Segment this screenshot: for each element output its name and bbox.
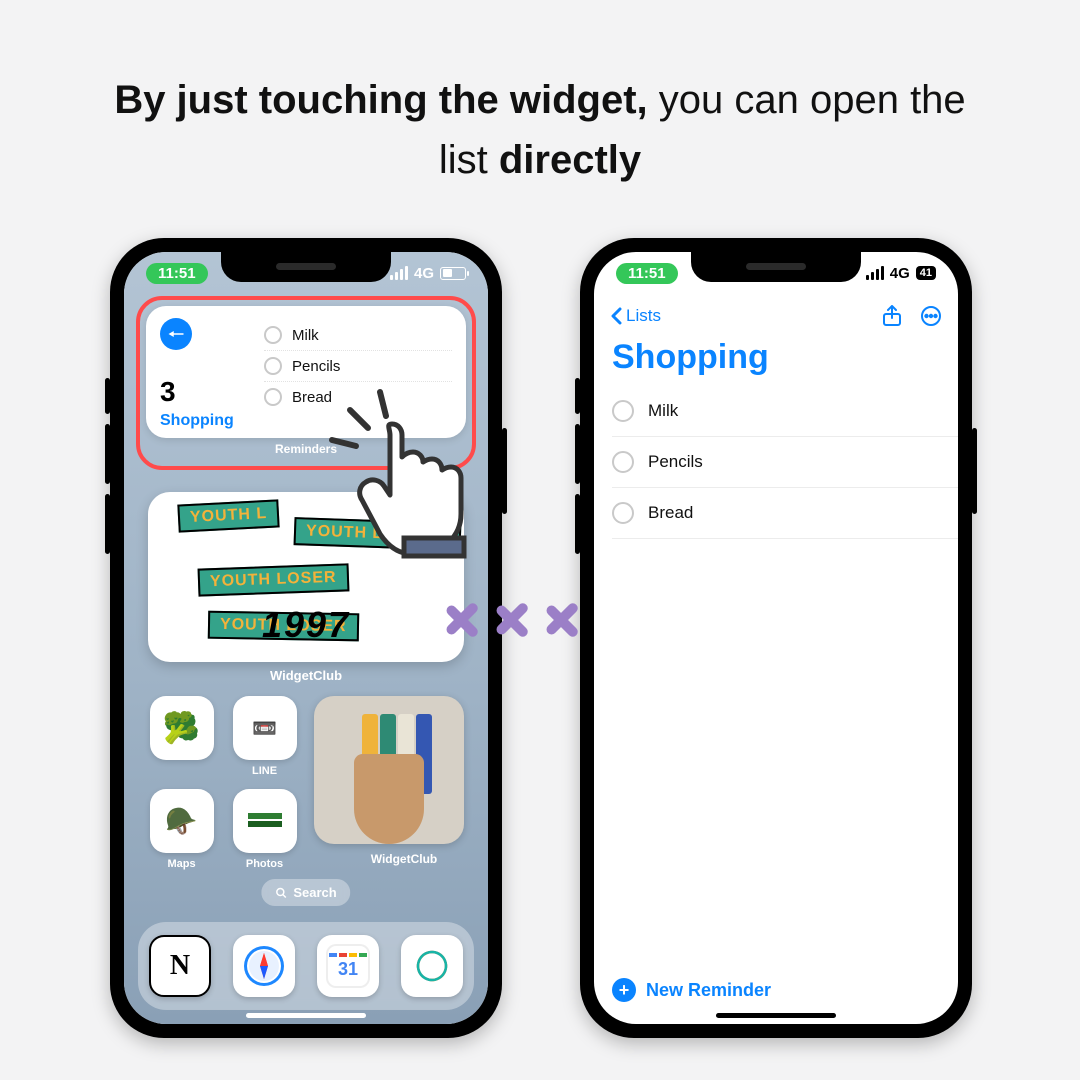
- reminders-widget[interactable]: 3 Shopping Milk Pencils Bread: [146, 306, 466, 438]
- reminders-widget-highlight: 3 Shopping Milk Pencils Bread Reminders: [136, 296, 476, 470]
- widget-year: 1997: [148, 604, 464, 646]
- more-icon[interactable]: [920, 305, 942, 327]
- plus-icon: +: [612, 978, 636, 1002]
- checkbox-icon[interactable]: [612, 502, 634, 524]
- reminders-nav: Lists: [594, 296, 958, 336]
- chevron-right-icon: [440, 580, 490, 660]
- chevron-right-icon: [490, 580, 540, 660]
- new-reminder-button[interactable]: + New Reminder: [612, 978, 771, 1002]
- dock-app-chatgpt[interactable]: [401, 935, 463, 997]
- transition-arrows: [440, 580, 590, 660]
- headline: By just touching the widget, you can ope…: [0, 70, 1080, 190]
- reminder-row[interactable]: Milk: [612, 386, 958, 437]
- widgetclub-medium[interactable]: [314, 696, 464, 844]
- signal-icon: [390, 266, 408, 280]
- widget-item[interactable]: Bread: [264, 382, 452, 412]
- dock: N 31: [138, 922, 474, 1010]
- checkbox-icon[interactable]: [612, 400, 634, 422]
- status-network: 4G: [890, 265, 910, 282]
- dock-app-safari[interactable]: [233, 935, 295, 997]
- share-icon[interactable]: [882, 305, 902, 327]
- app-icon-maps[interactable]: 🪖Maps: [148, 789, 215, 870]
- widgetclub-medium-label: WidgetClub: [324, 852, 484, 866]
- home-apps: 🥦 📼LINE 🪖Maps Photos: [148, 696, 464, 870]
- phone-right: 11:51 4G 41 Lists Shopping: [580, 238, 972, 1038]
- battery-percent: 41: [916, 266, 936, 280]
- widgetclub-widget[interactable]: YOUTH L YOUTH L YOUTH YOUTH LOSER YOUTH …: [148, 492, 464, 662]
- widget-app-label: Reminders: [146, 442, 466, 456]
- signal-icon: [866, 266, 884, 280]
- reminder-row[interactable]: Pencils: [612, 437, 958, 488]
- status-time: 11:51: [146, 263, 208, 284]
- app-icon-photos[interactable]: Photos: [231, 789, 298, 870]
- widget-item[interactable]: Milk: [264, 320, 452, 351]
- list-category-icon: [160, 318, 192, 350]
- status-time: 11:51: [616, 263, 678, 284]
- reminder-row[interactable]: Bread: [612, 488, 958, 539]
- back-button[interactable]: Lists: [610, 306, 661, 326]
- battery-icon: [440, 267, 466, 280]
- reminder-items: Milk Pencils Bread: [612, 386, 958, 539]
- app-icon[interactable]: 🥦: [148, 696, 215, 777]
- status-network: 4G: [414, 265, 434, 282]
- chevron-right-icon: [540, 580, 590, 660]
- app-icon-line[interactable]: 📼LINE: [231, 696, 298, 777]
- list-title: Shopping: [612, 338, 769, 377]
- checkbox-icon[interactable]: [612, 451, 634, 473]
- home-search[interactable]: Search: [261, 879, 350, 906]
- widgetclub-label: WidgetClub: [124, 668, 488, 683]
- reminders-count: 3: [160, 376, 250, 408]
- dock-app-notion[interactable]: N: [149, 935, 211, 997]
- dock-app-calendar[interactable]: 31: [317, 935, 379, 997]
- widget-item[interactable]: Pencils: [264, 351, 452, 382]
- reminders-list-name: Shopping: [160, 412, 250, 430]
